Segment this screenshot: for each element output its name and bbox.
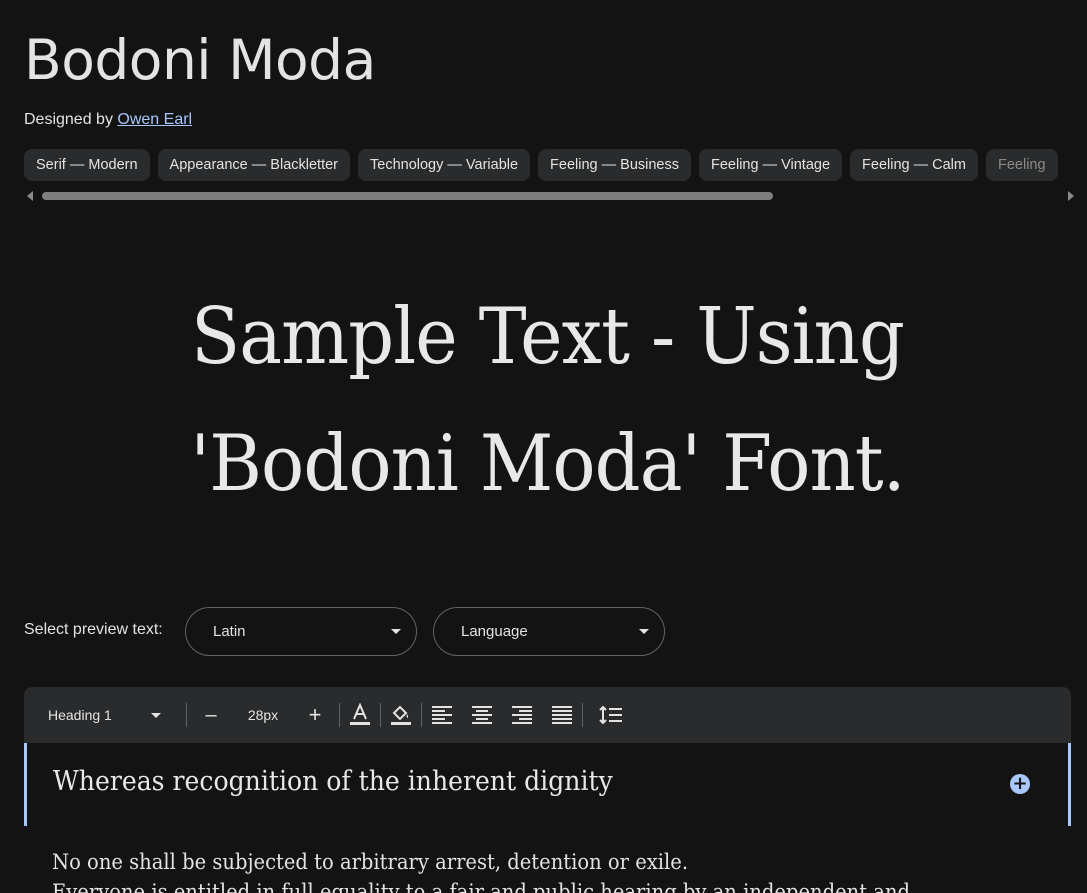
chevron-down-icon bbox=[639, 629, 649, 634]
toolbar-divider bbox=[339, 703, 340, 727]
tag-scrollbar[interactable] bbox=[24, 189, 1074, 203]
toolbar-divider bbox=[421, 703, 422, 727]
text-color-button[interactable] bbox=[348, 687, 372, 743]
tag-chip[interactable]: Feeling — Calm bbox=[850, 149, 978, 181]
editor-heading-text[interactable]: Whereas recognition of the inherent dign… bbox=[53, 766, 613, 797]
align-justify-button[interactable] bbox=[550, 687, 574, 743]
tag-list: Serif — Modern Appearance — Blackletter Te… bbox=[24, 149, 1087, 182]
align-center-button[interactable] bbox=[470, 687, 494, 743]
designer-link[interactable]: Owen Earl bbox=[117, 111, 192, 128]
tag-chip[interactable]: Serif — Modern bbox=[24, 149, 150, 181]
font-size-value[interactable]: 28px bbox=[238, 687, 288, 743]
editor-heading-block[interactable]: Whereas recognition of the inherent dign… bbox=[24, 743, 1071, 826]
language-select-value: Language bbox=[461, 623, 528, 640]
fill-bucket-icon bbox=[391, 705, 411, 725]
toolbar-divider bbox=[186, 703, 187, 727]
add-block-button[interactable]: + bbox=[1010, 774, 1030, 794]
tag-chip[interactable]: Feeling — Vintage bbox=[699, 149, 843, 181]
decrease-size-button[interactable]: – bbox=[198, 687, 224, 743]
designer-line: Designed by Owen Earl bbox=[24, 111, 192, 129]
editor-toolbar: Heading 1 – 28px + bbox=[24, 687, 1071, 743]
text-style-select[interactable]: Heading 1 bbox=[24, 687, 184, 743]
font-family-title: Bodoni Moda bbox=[24, 28, 376, 92]
scrollbar-thumb[interactable] bbox=[42, 192, 773, 200]
script-select-value: Latin bbox=[213, 623, 246, 640]
language-select[interactable]: Language bbox=[433, 607, 665, 656]
script-select[interactable]: Latin bbox=[185, 607, 417, 656]
align-right-button[interactable] bbox=[510, 687, 534, 743]
text-style-value: Heading 1 bbox=[48, 707, 112, 723]
align-justify-icon bbox=[552, 706, 572, 724]
tag-chip[interactable]: Appearance — Blackletter bbox=[157, 149, 350, 181]
line-height-icon bbox=[599, 705, 622, 725]
align-right-icon bbox=[512, 706, 532, 724]
toolbar-divider bbox=[582, 703, 583, 727]
text-color-icon bbox=[350, 703, 370, 725]
editor-paragraph-line[interactable]: Everyone is entitled in full equality to… bbox=[52, 880, 910, 893]
scroll-right-arrow-icon[interactable] bbox=[1068, 191, 1074, 201]
tag-chip[interactable]: Feeling bbox=[985, 149, 1058, 181]
preview-text-label: Select preview text: bbox=[24, 621, 163, 638]
chevron-down-icon bbox=[151, 712, 161, 718]
editor-paragraph-line[interactable]: No one shall be subjected to arbitrary a… bbox=[52, 850, 688, 874]
highlight-color-button[interactable] bbox=[388, 687, 414, 743]
increase-size-button[interactable]: + bbox=[302, 687, 328, 743]
align-left-button[interactable] bbox=[430, 687, 454, 743]
tag-chip[interactable]: Technology — Variable bbox=[358, 149, 531, 181]
chevron-down-icon bbox=[391, 629, 401, 634]
tag-chip[interactable]: Feeling — Business bbox=[538, 149, 691, 181]
align-left-icon bbox=[432, 706, 452, 724]
line-height-button[interactable] bbox=[598, 687, 624, 743]
sample-text-preview: Sample Text - Using 'Bodoni Moda' Font. bbox=[190, 292, 905, 509]
align-center-icon bbox=[472, 706, 492, 724]
designed-by-label: Designed by bbox=[24, 111, 113, 128]
scroll-left-arrow-icon[interactable] bbox=[27, 191, 33, 201]
toolbar-divider bbox=[380, 703, 381, 727]
